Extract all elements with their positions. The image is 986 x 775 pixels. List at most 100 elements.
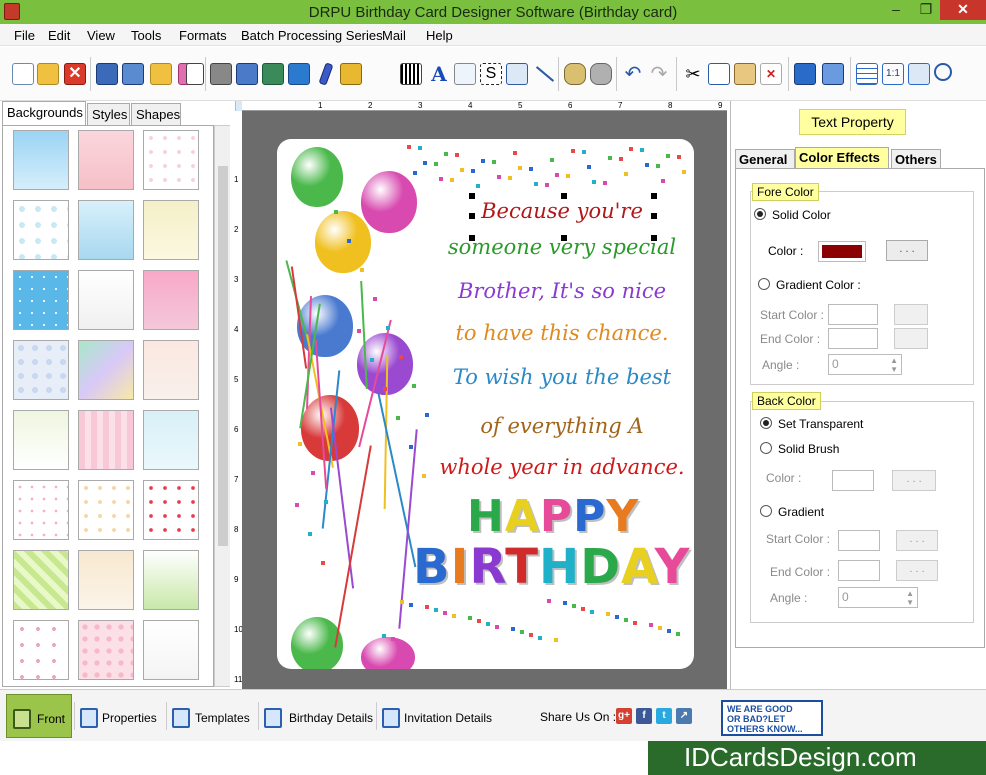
background-thumbnail[interactable]: [143, 130, 199, 190]
menu-edit[interactable]: Edit: [48, 28, 70, 43]
menu-batch-processing[interactable]: Batch Processing Series: [241, 28, 383, 43]
fore-color-picker-button[interactable]: . . .: [886, 240, 928, 261]
back-end-color-button[interactable]: . . .: [896, 560, 938, 581]
database-icon[interactable]: [564, 63, 586, 85]
message-line-7[interactable]: whole year in advance.: [427, 455, 694, 479]
background-thumbnail[interactable]: [13, 130, 69, 190]
twitter-icon[interactable]: t: [656, 708, 672, 724]
message-line-3[interactable]: Brother, It's so nice: [427, 279, 694, 303]
print-icon[interactable]: [210, 63, 232, 85]
share-icon[interactable]: ↗: [676, 708, 692, 724]
fore-end-color-button[interactable]: [894, 328, 928, 349]
selection-handle[interactable]: [651, 213, 657, 219]
design-canvas[interactable]: Because you're someone very special Brot…: [242, 111, 727, 689]
background-thumbnail[interactable]: [13, 270, 69, 330]
google-plus-icon[interactable]: g+: [616, 708, 632, 724]
templates-button[interactable]: Templates: [170, 694, 256, 738]
copy-design-icon[interactable]: [262, 63, 284, 85]
background-thumbnail[interactable]: [78, 410, 134, 470]
bring-front-icon[interactable]: [794, 63, 816, 85]
properties-button[interactable]: Properties: [78, 694, 162, 738]
message-line-5[interactable]: To wish you the best: [427, 365, 694, 389]
restore-button[interactable]: ❐: [912, 0, 940, 20]
background-thumbnail[interactable]: [143, 620, 199, 680]
pen-icon[interactable]: [318, 62, 334, 86]
new-icon[interactable]: [12, 63, 34, 85]
shape-icon[interactable]: [340, 63, 362, 85]
back-color-swatch[interactable]: [832, 470, 874, 491]
background-thumbnail[interactable]: [13, 200, 69, 260]
back-gradient-radio[interactable]: [760, 505, 772, 517]
send-back-icon[interactable]: [822, 63, 844, 85]
copy-icon[interactable]: [708, 63, 730, 85]
menu-file[interactable]: File: [14, 28, 35, 43]
message-line-1[interactable]: Because you're: [427, 199, 694, 223]
database2-icon[interactable]: [590, 63, 612, 85]
spinner-arrows-icon[interactable]: ▲ ▼: [890, 356, 898, 374]
fore-angle-spinner[interactable]: 0 ▲ ▼: [828, 354, 902, 375]
background-thumbnail[interactable]: [13, 620, 69, 680]
background-thumbnail[interactable]: [78, 130, 134, 190]
background-thumbnail[interactable]: [78, 550, 134, 610]
scroll-thumb[interactable]: [218, 166, 228, 546]
tab-others[interactable]: Others: [891, 149, 941, 169]
invitation-details-button[interactable]: Invitation Details: [380, 694, 496, 738]
close-button[interactable]: ✕: [940, 0, 986, 20]
background-thumbnail[interactable]: [143, 550, 199, 610]
selection-handle[interactable]: [469, 193, 475, 199]
menu-tools[interactable]: Tools: [131, 28, 161, 43]
back-angle-spinner[interactable]: 0 ▲ ▼: [838, 587, 918, 608]
spinner-arrows-icon[interactable]: ▲ ▼: [906, 589, 914, 607]
grid-icon[interactable]: [856, 63, 878, 85]
background-thumbnail[interactable]: [143, 270, 199, 330]
tab-shapes[interactable]: Shapes: [131, 103, 181, 125]
delete-icon[interactable]: ✕: [760, 63, 782, 85]
background-thumbnail[interactable]: [78, 480, 134, 540]
menu-view[interactable]: View: [87, 28, 115, 43]
background-thumbnail[interactable]: [78, 200, 134, 260]
undo-icon[interactable]: ↶: [622, 63, 644, 85]
background-thumbnail[interactable]: [13, 410, 69, 470]
back-color-picker-button[interactable]: . . .: [892, 470, 936, 491]
save-as-icon[interactable]: [122, 63, 144, 85]
tab-styles[interactable]: Styles: [87, 103, 130, 125]
happy-word[interactable]: HAPPY: [467, 491, 639, 542]
line-icon[interactable]: [532, 63, 555, 85]
background-thumbnail[interactable]: [143, 340, 199, 400]
solid-brush-radio[interactable]: [760, 442, 772, 454]
message-line-6[interactable]: of everything A: [427, 414, 694, 438]
back-start-color-swatch[interactable]: [838, 530, 880, 551]
tab-backgrounds[interactable]: Backgrounds: [2, 101, 86, 125]
selection-handle[interactable]: [469, 213, 475, 219]
feedback-banner[interactable]: WE ARE GOOD OR BAD?LET OTHERS KNOW...: [721, 700, 823, 736]
facebook-icon[interactable]: f: [636, 708, 652, 724]
background-thumbnail[interactable]: [13, 480, 69, 540]
fore-start-color-button[interactable]: [894, 304, 928, 325]
birthday-word[interactable]: BIRTHDAY: [413, 539, 690, 595]
menu-mail[interactable]: Mail: [382, 28, 406, 43]
background-thumbnail[interactable]: [13, 340, 69, 400]
word-art-icon[interactable]: [454, 63, 476, 85]
email-icon[interactable]: [506, 63, 528, 85]
selection-handle[interactable]: [561, 235, 567, 241]
actual-size-icon[interactable]: 1:1: [882, 63, 904, 85]
signature-icon[interactable]: S: [480, 63, 502, 85]
message-line-4[interactable]: to have this chance.: [427, 321, 694, 345]
fore-end-color-swatch[interactable]: [828, 328, 878, 349]
birthday-card[interactable]: Because you're someone very special Brot…: [277, 139, 694, 669]
tab-general[interactable]: General: [735, 149, 795, 169]
close-doc-icon[interactable]: ✕: [64, 63, 86, 85]
gradient-color-radio[interactable]: [758, 278, 770, 290]
paste-icon[interactable]: [734, 63, 756, 85]
back-start-color-button[interactable]: . . .: [896, 530, 938, 551]
solid-color-radio[interactable]: [754, 208, 766, 220]
birthday-details-button[interactable]: Birthday Details: [262, 694, 374, 738]
background-thumbnail[interactable]: [143, 200, 199, 260]
export-icon[interactable]: [150, 63, 172, 85]
selection-handle[interactable]: [469, 235, 475, 241]
menu-help[interactable]: Help: [426, 28, 453, 43]
tab-color-effects[interactable]: Color Effects: [795, 147, 889, 169]
properties-icon[interactable]: [186, 63, 204, 85]
background-thumbnail[interactable]: [13, 550, 69, 610]
background-thumbnail[interactable]: [78, 340, 134, 400]
